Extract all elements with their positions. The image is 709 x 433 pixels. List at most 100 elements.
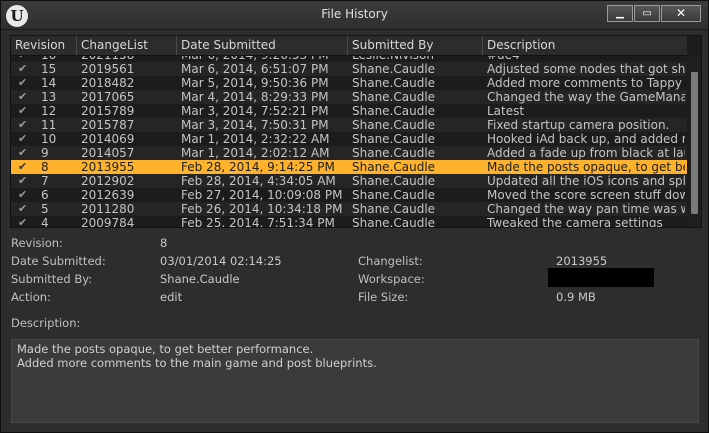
row-description: Updated all the iOS icons and splash s (487, 174, 685, 188)
row-revision: 4 (41, 216, 49, 227)
row-description: Tweaked the camera settings (487, 216, 663, 227)
row-revision: 11 (41, 118, 57, 132)
row-date-submitted: Mar 3, 2014, 7:52:21 PM (181, 104, 329, 118)
row-date-submitted: Mar 6, 2014, 6:51:07 PM (181, 62, 329, 76)
column-header-changelist[interactable]: ChangeList (77, 36, 177, 55)
checkmark-icon: ✔ (18, 132, 28, 145)
checkmark-icon: ✔ (18, 160, 28, 173)
table-row[interactable]: ✔ 15 2019561 Mar 6, 2014, 6:51:07 PM Shane.C… (11, 62, 687, 76)
checkmark-icon: ✔ (18, 174, 28, 187)
file-history-window: U File History ▁ ▭ ✕ ✔162021158Mar 6, 20… (0, 0, 709, 433)
table-row[interactable]: ✔ 14 2018482 Mar 5, 2014, 9:50:36 PM Shane.C… (11, 76, 687, 90)
checkmark-icon: ✔ (18, 146, 28, 159)
row-changelist: 2012902 (81, 174, 135, 188)
row-submitted-by: Shane.Caudle (352, 62, 436, 76)
row-date-submitted: Mar 4, 2014, 8:29:33 PM (181, 90, 329, 104)
revision-list[interactable]: ✔162021158Mar 6, 2014, 9:26:53 PMLeslie.… (10, 35, 702, 228)
changelist-value: 2013955 (556, 254, 608, 268)
row-date-submitted: Feb 27, 2014, 10:09:08 PM (181, 188, 343, 202)
row-date-submitted: Mar 1, 2014, 2:32:22 AM (181, 132, 330, 146)
row-changelist: 2017065 (81, 90, 135, 104)
row-date-submitted: Feb 26, 2014, 10:34:18 PM (181, 202, 343, 216)
checkmark-icon: ✔ (18, 202, 28, 215)
list-scrollbar[interactable] (688, 56, 701, 227)
row-revision: 6 (41, 188, 49, 202)
table-row[interactable]: ✔ 4 2009784 Feb 25, 2014, 7:51:34 PM Shane.C… (11, 216, 687, 227)
revision-value: 8 (160, 236, 168, 250)
row-revision: 5 (41, 202, 49, 216)
row-description: Moved the score screen stuff down a b (487, 188, 685, 202)
row-revision: 14 (41, 76, 57, 90)
row-submitted-by: Shane.Caudle (352, 104, 436, 118)
title-bar[interactable]: U File History ▁ ▭ ✕ (1, 1, 708, 30)
row-changelist: 2015787 (81, 118, 135, 132)
file-size-value: 0.9 MB (556, 290, 596, 304)
table-row[interactable]: ✔ 11 2015787 Mar 3, 2014, 7:50:31 PM Shane.C… (11, 118, 687, 132)
table-row[interactable]: ✔ 10 2014069 Mar 1, 2014, 2:32:22 AM Shane.C… (11, 132, 687, 146)
row-submitted-by: Shane.Caudle (352, 90, 436, 104)
row-changelist: 2019561 (81, 62, 135, 76)
window-controls: ▁ ▭ ✕ (607, 5, 701, 22)
row-changelist: 2009784 (81, 216, 135, 227)
maximize-button[interactable]: ▭ (634, 5, 660, 22)
row-description: Changed the way pan time was workin (487, 202, 685, 216)
date-submitted-label: Date Submitted: (11, 254, 106, 268)
changelist-label: Changelist: (358, 254, 423, 268)
table-row[interactable]: ✔ 12 2015789 Mar 3, 2014, 7:52:21 PM Shane.C… (11, 104, 687, 118)
row-submitted-by: Shane.Caudle (352, 76, 436, 90)
checkmark-icon: ✔ (18, 90, 28, 103)
row-changelist: 2011280 (81, 202, 135, 216)
action-label: Action: (11, 290, 51, 304)
row-revision: 15 (41, 62, 57, 76)
description-label: Description: (11, 316, 81, 330)
checkmark-icon: ✔ (18, 62, 28, 75)
file-size-label: File Size: (358, 290, 409, 304)
row-description: Latest (487, 104, 525, 118)
close-button[interactable]: ✕ (661, 5, 701, 22)
row-description: Added a fade up from black at launch (487, 146, 685, 160)
row-date-submitted: Mar 3, 2014, 7:50:31 PM (181, 118, 329, 132)
column-header-description[interactable]: Description (483, 36, 687, 55)
table-row[interactable]: ✔ 7 2012902 Feb 28, 2014, 4:34:05 AM Shane.C… (11, 174, 687, 188)
row-revision: 12 (41, 104, 57, 118)
description-text[interactable]: Made the posts opaque, to get better per… (11, 339, 699, 423)
row-changelist: 2018482 (81, 76, 135, 90)
checkmark-icon: ✔ (18, 104, 28, 117)
table-row[interactable]: ✔ 13 2017065 Mar 4, 2014, 8:29:33 PM Shane.C… (11, 90, 687, 104)
row-revision: 8 (41, 160, 49, 174)
revision-label: Revision: (11, 236, 63, 250)
minimize-button[interactable]: ▁ (607, 5, 633, 22)
row-description: Hooked iAd back up, and added more (487, 132, 685, 146)
row-revision: 13 (41, 90, 57, 104)
row-submitted-by: Shane.Caudle (352, 132, 436, 146)
row-date-submitted: Feb 28, 2014, 9:14:25 PM (181, 160, 335, 174)
row-revision: 7 (41, 174, 49, 188)
list-header: Revision ChangeList Date Submitted Submi… (11, 36, 687, 56)
row-submitted-by: Shane.Caudle (352, 146, 436, 160)
row-submitted-by: Shane.Caudle (352, 160, 436, 174)
row-description: Adjusted some nodes that got shifted (487, 62, 685, 76)
row-description: Fixed startup camera position. (487, 118, 670, 132)
row-changelist: 2014057 (81, 146, 135, 160)
table-row-selected[interactable]: ✔ 8 2013955 Feb 28, 2014, 9:14:25 PM Shane.C… (11, 160, 687, 174)
column-header-submitted-by[interactable]: Submitted By (348, 36, 483, 55)
row-submitted-by: Shane.Caudle (352, 174, 436, 188)
checkmark-icon: ✔ (18, 76, 28, 89)
checkmark-icon: ✔ (18, 118, 28, 131)
table-row[interactable]: ✔ 5 2011280 Feb 26, 2014, 10:34:18 PM Shane.… (11, 202, 687, 216)
submitted-by-value: Shane.Caudle (160, 272, 240, 286)
row-changelist: 2013955 (81, 160, 135, 174)
workspace-value-redacted (548, 268, 654, 287)
revision-rows: ✔162021158Mar 6, 2014, 9:26:53 PMLeslie.… (11, 48, 687, 227)
row-description: Changed the way the GameManager m (487, 90, 685, 104)
column-header-revision[interactable]: Revision (11, 36, 77, 55)
table-row[interactable]: ✔ 6 2012639 Feb 27, 2014, 10:09:08 PM Shane.… (11, 188, 687, 202)
action-value: edit (160, 290, 183, 304)
column-header-date-submitted[interactable]: Date Submitted (177, 36, 348, 55)
row-date-submitted: Feb 28, 2014, 4:34:05 AM (181, 174, 336, 188)
row-changelist: 2012639 (81, 188, 135, 202)
scrollbar-thumb[interactable] (691, 72, 698, 214)
table-row[interactable]: ✔ 9 2014057 Mar 1, 2014, 2:02:12 AM Shane.Ca… (11, 146, 687, 160)
row-changelist: 2014069 (81, 132, 135, 146)
window-title: File History (321, 7, 388, 21)
